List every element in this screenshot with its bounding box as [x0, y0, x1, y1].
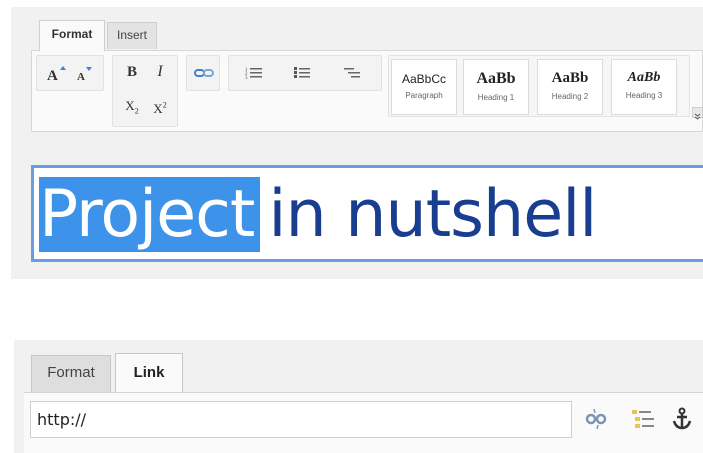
grow-font-button[interactable]: A — [45, 64, 67, 84]
bookmark-list-button[interactable] — [630, 407, 656, 431]
style-name: Paragraph — [405, 91, 443, 100]
unselected-text: in nutshell — [268, 177, 597, 252]
numbered-list-button[interactable]: 1 2 3 — [245, 65, 263, 81]
italic-button[interactable]: I — [151, 62, 169, 82]
style-name: Heading 2 — [551, 92, 589, 101]
style-heading-1[interactable]: AaBb Heading 1 — [463, 59, 529, 115]
style-name: Heading 1 — [477, 93, 515, 102]
style-name: Heading 3 — [625, 91, 663, 100]
superscript-button[interactable]: X2 — [149, 96, 171, 116]
text-style-group: B I X2 X2 — [112, 55, 178, 127]
style-heading-2[interactable]: AaBb Heading 2 — [537, 59, 603, 115]
hyperlink-button[interactable] — [193, 65, 215, 81]
editor-top-panel: Format Insert A A B I X2 X2 1 2 3 AaBbCc… — [11, 7, 703, 279]
style-sample: AaBb — [476, 70, 516, 87]
bullet-list-button[interactable] — [293, 65, 311, 81]
chevron-double-down-icon — [694, 113, 701, 120]
styles-expand-button[interactable] — [692, 107, 703, 120]
grow-font-icon: A — [47, 66, 66, 84]
style-heading-3[interactable]: AaBb Heading 3 — [611, 59, 677, 115]
unlink-button[interactable] — [584, 407, 608, 431]
indent-icon — [344, 68, 360, 78]
shrink-font-button[interactable]: A — [73, 64, 95, 84]
title-text-area[interactable]: Project in nutshell — [31, 165, 703, 262]
tab-link[interactable]: Link — [115, 353, 183, 393]
title-text: Project in nutshell — [39, 172, 597, 258]
bold-button[interactable]: B — [123, 62, 141, 82]
italic-icon: I — [157, 63, 163, 80]
format-ribbon: A A B I X2 X2 1 2 3 AaBbCc Paragraph AaB… — [31, 50, 703, 132]
style-paragraph[interactable]: AaBbCc Paragraph — [391, 59, 457, 115]
anchor-icon — [672, 407, 692, 430]
anchor-button[interactable] — [670, 407, 694, 431]
subscript-button[interactable]: X2 — [121, 96, 143, 116]
style-sample: AaBb — [627, 70, 661, 85]
tab-format[interactable]: Format — [39, 20, 105, 51]
hyperlink-group — [186, 55, 220, 91]
subscript-icon: X2 — [125, 98, 139, 116]
bold-icon: B — [126, 64, 137, 80]
svg-text:A: A — [77, 71, 85, 83]
bullet-list-icon — [294, 67, 310, 78]
style-sample: AaBb — [551, 70, 589, 86]
style-sample: AaBbCc — [401, 72, 447, 86]
tab-format-bottom[interactable]: Format — [31, 355, 111, 392]
link-toolbar — [24, 392, 703, 453]
svg-text:A: A — [47, 68, 58, 84]
shrink-font-icon: A — [77, 67, 92, 83]
numbered-list-icon: 1 2 3 — [245, 68, 262, 81]
chain-link-icon — [194, 69, 214, 77]
svg-text:3: 3 — [245, 76, 248, 81]
indent-list-button[interactable] — [343, 65, 361, 81]
styles-gallery: AaBbCc Paragraph AaBb Heading 1 AaBb Hea… — [388, 55, 690, 117]
selected-text: Project — [39, 177, 261, 252]
font-size-group: A A — [36, 55, 104, 91]
broken-link-icon — [585, 408, 607, 430]
link-panel: Format Link — [14, 340, 703, 453]
bookmark-list-icon — [632, 410, 654, 428]
tab-insert[interactable]: Insert — [107, 22, 157, 49]
list-group: 1 2 3 — [228, 55, 382, 91]
url-input[interactable] — [30, 401, 572, 438]
superscript-icon: X2 — [153, 101, 167, 117]
